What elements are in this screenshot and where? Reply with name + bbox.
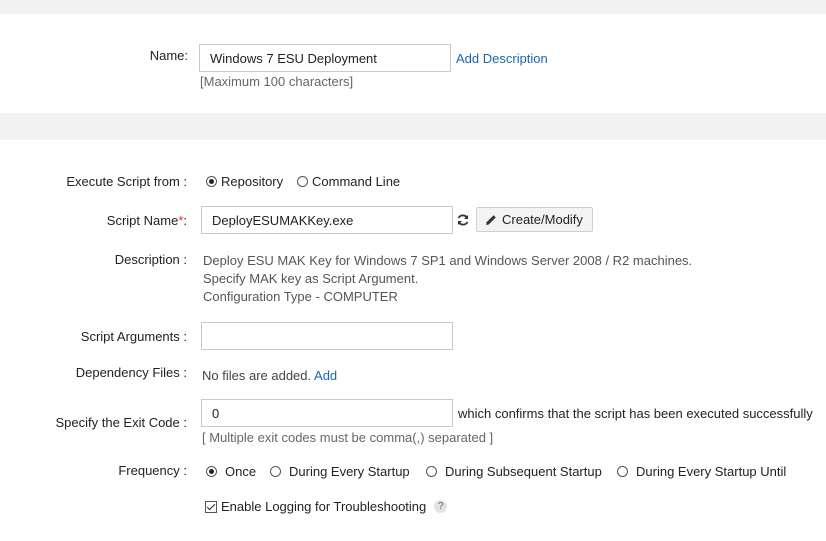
every-startup-until-label: During Every Startup Until — [636, 464, 787, 479]
create-modify-button[interactable]: Create/Modify — [476, 207, 593, 232]
help-icon[interactable]: ? — [434, 500, 448, 513]
enable-logging-checkbox[interactable] — [205, 500, 217, 513]
exit-code-label: Specify the Exit Code : — [55, 415, 187, 430]
name-input[interactable]: Windows 7 ESU Deployment — [199, 44, 451, 72]
once-label: Once — [225, 464, 257, 479]
subsequent-startup-label: During Subsequent Startup — [445, 464, 602, 479]
script-name-label-text: Script Name — [106, 213, 179, 228]
description-line-1: Deploy ESU MAK Key for Windows 7 SP1 and… — [203, 253, 693, 268]
subsequent-startup-radio-button[interactable] — [426, 466, 437, 477]
add-dependency-link[interactable]: Add — [314, 368, 337, 383]
execute-from-command-line-radio[interactable]: Command Line — [297, 174, 400, 189]
repository-label: Repository — [221, 174, 284, 189]
every-startup-until-radio-button[interactable] — [617, 466, 628, 477]
top-band — [0, 0, 826, 14]
exit-code-suffix: which confirms that the script has been … — [458, 406, 813, 421]
frequency-every-startup-radio[interactable]: During Every Startup — [270, 464, 410, 479]
pencil-icon — [485, 214, 497, 226]
description-line-3: Configuration Type - COMPUTER — [203, 289, 398, 304]
name-max-hint: [Maximum 100 characters] — [200, 74, 354, 89]
script-name-value: DeployESUMAKKey.exe — [212, 212, 354, 228]
add-description-link[interactable]: Add Description — [456, 51, 548, 66]
exit-code-input[interactable]: 0 — [201, 399, 453, 427]
refresh-icon[interactable] — [456, 213, 470, 227]
create-modify-label: Create/Modify — [502, 212, 583, 227]
exit-code-hint: [ Multiple exit codes must be comma(,) s… — [202, 430, 494, 445]
name-input-value: Windows 7 ESU Deployment — [210, 50, 377, 66]
frequency-once-radio[interactable]: Once — [206, 464, 256, 479]
script-arguments-label: Script Arguments : — [80, 329, 187, 344]
dependency-files-status: No files are added. Add — [202, 368, 337, 383]
description-line-2: Specify MAK key as Script Argument. — [203, 271, 419, 286]
repository-radio-button[interactable] — [206, 176, 217, 187]
frequency-label: Frequency : — [118, 463, 187, 478]
command-line-radio-button[interactable] — [297, 176, 308, 187]
name-label: Name: — [149, 48, 188, 63]
script-name-input[interactable]: DeployESUMAKKey.exe — [201, 206, 453, 234]
no-files-text: No files are added. — [202, 368, 312, 383]
execute-from-label: Execute Script from : — [66, 174, 187, 189]
section-separator-band — [0, 113, 826, 140]
frequency-every-startup-until-radio[interactable]: During Every Startup Until — [617, 464, 786, 479]
exit-code-value: 0 — [212, 405, 220, 421]
description-label: Description : — [114, 252, 187, 267]
enable-logging-label: Enable Logging for Troubleshooting — [221, 499, 427, 514]
command-line-label: Command Line — [312, 174, 401, 189]
execute-from-repository-radio[interactable]: Repository — [206, 174, 283, 189]
script-name-label: Script Name*: — [20, 213, 187, 228]
once-radio-button[interactable] — [206, 466, 217, 477]
enable-logging-checkbox-row[interactable]: Enable Logging for Troubleshooting ? — [205, 499, 448, 514]
every-startup-radio-button[interactable] — [270, 466, 281, 477]
script-name-colon: : — [183, 213, 187, 228]
every-startup-label: During Every Startup — [289, 464, 410, 479]
script-arguments-input[interactable] — [201, 322, 453, 350]
dependency-files-label: Dependency Files : — [75, 365, 187, 380]
frequency-subsequent-startup-radio[interactable]: During Subsequent Startup — [426, 464, 602, 479]
